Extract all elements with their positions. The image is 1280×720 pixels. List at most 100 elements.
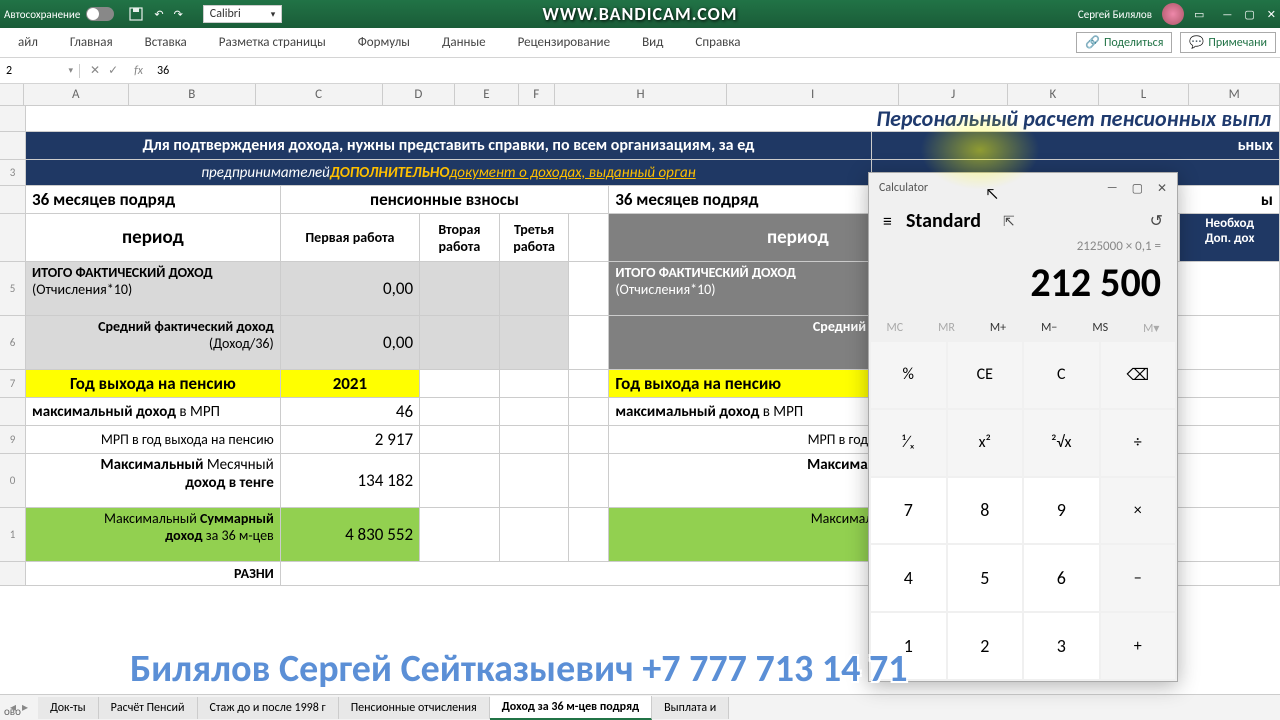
tab-view[interactable]: Вид bbox=[628, 29, 677, 56]
cell-empty[interactable] bbox=[569, 214, 609, 261]
col-header-d[interactable]: D bbox=[383, 84, 456, 105]
autosave-toggle[interactable]: Автосохранение bbox=[4, 7, 114, 21]
row-header[interactable]: 0 bbox=[0, 454, 26, 507]
calc-maximize-icon[interactable]: ▢ bbox=[1132, 181, 1143, 196]
cell-empty[interactable] bbox=[500, 398, 570, 425]
row-header[interactable]: 5 bbox=[0, 262, 26, 315]
calc-4[interactable]: 4 bbox=[871, 545, 946, 611]
tab-review[interactable]: Рецензирование bbox=[504, 29, 624, 56]
col-header-k[interactable]: K bbox=[1008, 84, 1099, 105]
sheet-tab-3[interactable]: Пенсионные отчисления bbox=[339, 697, 490, 719]
cell-empty[interactable] bbox=[569, 426, 609, 453]
save-icon[interactable] bbox=[128, 6, 144, 22]
row-header[interactable] bbox=[0, 106, 26, 131]
formula-input[interactable]: 36 bbox=[149, 64, 1280, 78]
calc-2[interactable]: 2 bbox=[948, 613, 1023, 679]
col-header-i[interactable]: I bbox=[727, 84, 899, 105]
sheet-nav-next[interactable]: ▸ bbox=[22, 700, 28, 715]
calc-mc[interactable]: MC bbox=[886, 321, 903, 336]
col-header-l[interactable]: L bbox=[1099, 84, 1190, 105]
calc-sqrt[interactable]: ²√x bbox=[1024, 410, 1099, 476]
redo-icon[interactable]: ↷ bbox=[174, 8, 183, 21]
cell-empty[interactable] bbox=[420, 454, 500, 507]
calc-inverse[interactable]: ¹⁄ₓ bbox=[871, 410, 946, 476]
calc-square[interactable]: x² bbox=[948, 410, 1023, 476]
cell-134[interactable]: 134 182 bbox=[281, 454, 420, 507]
cell-period[interactable]: период bbox=[26, 214, 281, 261]
row-header[interactable]: 3 bbox=[0, 160, 26, 185]
calc-multiply[interactable]: × bbox=[1101, 478, 1176, 544]
cell-title[interactable]: Персональный расчет пенсионных выпл bbox=[26, 106, 1280, 131]
cell-2021[interactable]: 2021 bbox=[281, 370, 420, 397]
cell-empty[interactable] bbox=[500, 426, 570, 453]
cell-empty[interactable] bbox=[500, 508, 570, 561]
cell-work2[interactable]: Вторая работа bbox=[420, 214, 500, 261]
name-box[interactable]: 2 bbox=[0, 64, 80, 78]
undo-icon[interactable]: ↶ bbox=[154, 8, 163, 21]
col-header-j[interactable]: J bbox=[899, 84, 1008, 105]
calc-8[interactable]: 8 bbox=[948, 478, 1023, 544]
cell-empty[interactable] bbox=[420, 370, 500, 397]
calc-ms[interactable]: MS bbox=[1092, 321, 1108, 336]
cell-empty[interactable] bbox=[420, 426, 500, 453]
col-header-e[interactable]: E bbox=[455, 84, 518, 105]
sheet-tab-5[interactable]: Выплата и bbox=[652, 697, 729, 719]
sheet-tab-1[interactable]: Расчёт Пенсий bbox=[99, 697, 198, 719]
tab-page-layout[interactable]: Разметка страницы bbox=[205, 29, 340, 56]
col-header-a[interactable]: A bbox=[24, 84, 129, 105]
cell-empty[interactable] bbox=[420, 508, 500, 561]
calc-mminus[interactable]: M− bbox=[1041, 321, 1057, 336]
accept-formula-icon[interactable]: ✓ bbox=[108, 63, 118, 78]
cell-empty[interactable] bbox=[569, 398, 609, 425]
col-header-c[interactable]: C bbox=[256, 84, 383, 105]
cell-empty[interactable] bbox=[500, 454, 570, 507]
cell-empty[interactable] bbox=[500, 370, 570, 397]
row-header[interactable] bbox=[0, 214, 26, 261]
close-icon[interactable]: ✕ bbox=[1267, 8, 1276, 21]
sheet-tab-0[interactable]: Док-ты bbox=[38, 697, 99, 719]
col-header-b[interactable]: B bbox=[129, 84, 256, 105]
cancel-formula-icon[interactable]: ✕ bbox=[90, 63, 100, 78]
row-header[interactable] bbox=[0, 562, 26, 585]
calc-5[interactable]: 5 bbox=[948, 545, 1023, 611]
cell-need[interactable]: Необход Доп. дох bbox=[1180, 214, 1280, 261]
row-header[interactable] bbox=[0, 132, 26, 159]
cell-36months-1[interactable]: 36 месяцев подряд bbox=[26, 186, 281, 213]
cell-4830[interactable]: 4 830 552 bbox=[281, 508, 420, 561]
ribbon-options-icon[interactable]: ▭ bbox=[1194, 8, 1204, 21]
calc-c[interactable]: C bbox=[1024, 342, 1099, 408]
cell-empty[interactable] bbox=[569, 454, 609, 507]
cell-val-000[interactable]: 0,00 bbox=[281, 262, 420, 315]
cell-mrpyear[interactable]: МРП в год выхода на пенсию bbox=[26, 426, 281, 453]
calc-6[interactable]: 6 bbox=[1024, 545, 1099, 611]
calc-divide[interactable]: ÷ bbox=[1101, 410, 1176, 476]
toggle-icon[interactable] bbox=[86, 7, 114, 21]
maximize-icon[interactable]: ▢ bbox=[1244, 8, 1254, 21]
row-header[interactable]: 6 bbox=[0, 316, 26, 369]
row-header[interactable]: 1 bbox=[0, 508, 26, 561]
col-header-h[interactable]: H bbox=[555, 84, 727, 105]
cell-maxmon[interactable]: Максимальный Месячный доход в тенге bbox=[26, 454, 281, 507]
cell-sred[interactable]: Средний фактический доход (Доход/36) bbox=[26, 316, 281, 369]
col-header-m[interactable]: M bbox=[1189, 84, 1280, 105]
sheet-tab-2[interactable]: Стаж до и после 1998 г bbox=[198, 697, 339, 719]
calc-9[interactable]: 9 bbox=[1024, 478, 1099, 544]
avatar[interactable] bbox=[1162, 3, 1184, 25]
calc-mplus[interactable]: M+ bbox=[990, 321, 1006, 336]
row-header[interactable]: 7 bbox=[0, 370, 26, 397]
cell-itogo[interactable]: ИТОГО ФАКТИЧЕСКИЙ ДОХОД (Отчисления*10) bbox=[26, 262, 281, 315]
cell-val-000b[interactable]: 0,00 bbox=[281, 316, 420, 369]
calc-mr[interactable]: MR bbox=[938, 321, 955, 336]
row-header[interactable]: 9 bbox=[0, 426, 26, 453]
share-button[interactable]: 🔗 Поделиться bbox=[1076, 32, 1172, 53]
calc-mlist[interactable]: M▾ bbox=[1143, 321, 1159, 336]
cell-banner1[interactable]: Для подтверждения дохода, нужны представ… bbox=[26, 132, 872, 159]
cell-razn[interactable]: РАЗНИ bbox=[26, 562, 281, 585]
cell-empty[interactable] bbox=[420, 398, 500, 425]
cell-empty[interactable] bbox=[500, 316, 570, 369]
cell-maxmrp[interactable]: максимальный доход в МРП bbox=[26, 398, 281, 425]
calc-minimize-icon[interactable]: — bbox=[1107, 181, 1118, 196]
row-header[interactable] bbox=[0, 186, 26, 213]
calc-minus[interactable]: − bbox=[1101, 545, 1176, 611]
calc-percent[interactable]: % bbox=[871, 342, 946, 408]
